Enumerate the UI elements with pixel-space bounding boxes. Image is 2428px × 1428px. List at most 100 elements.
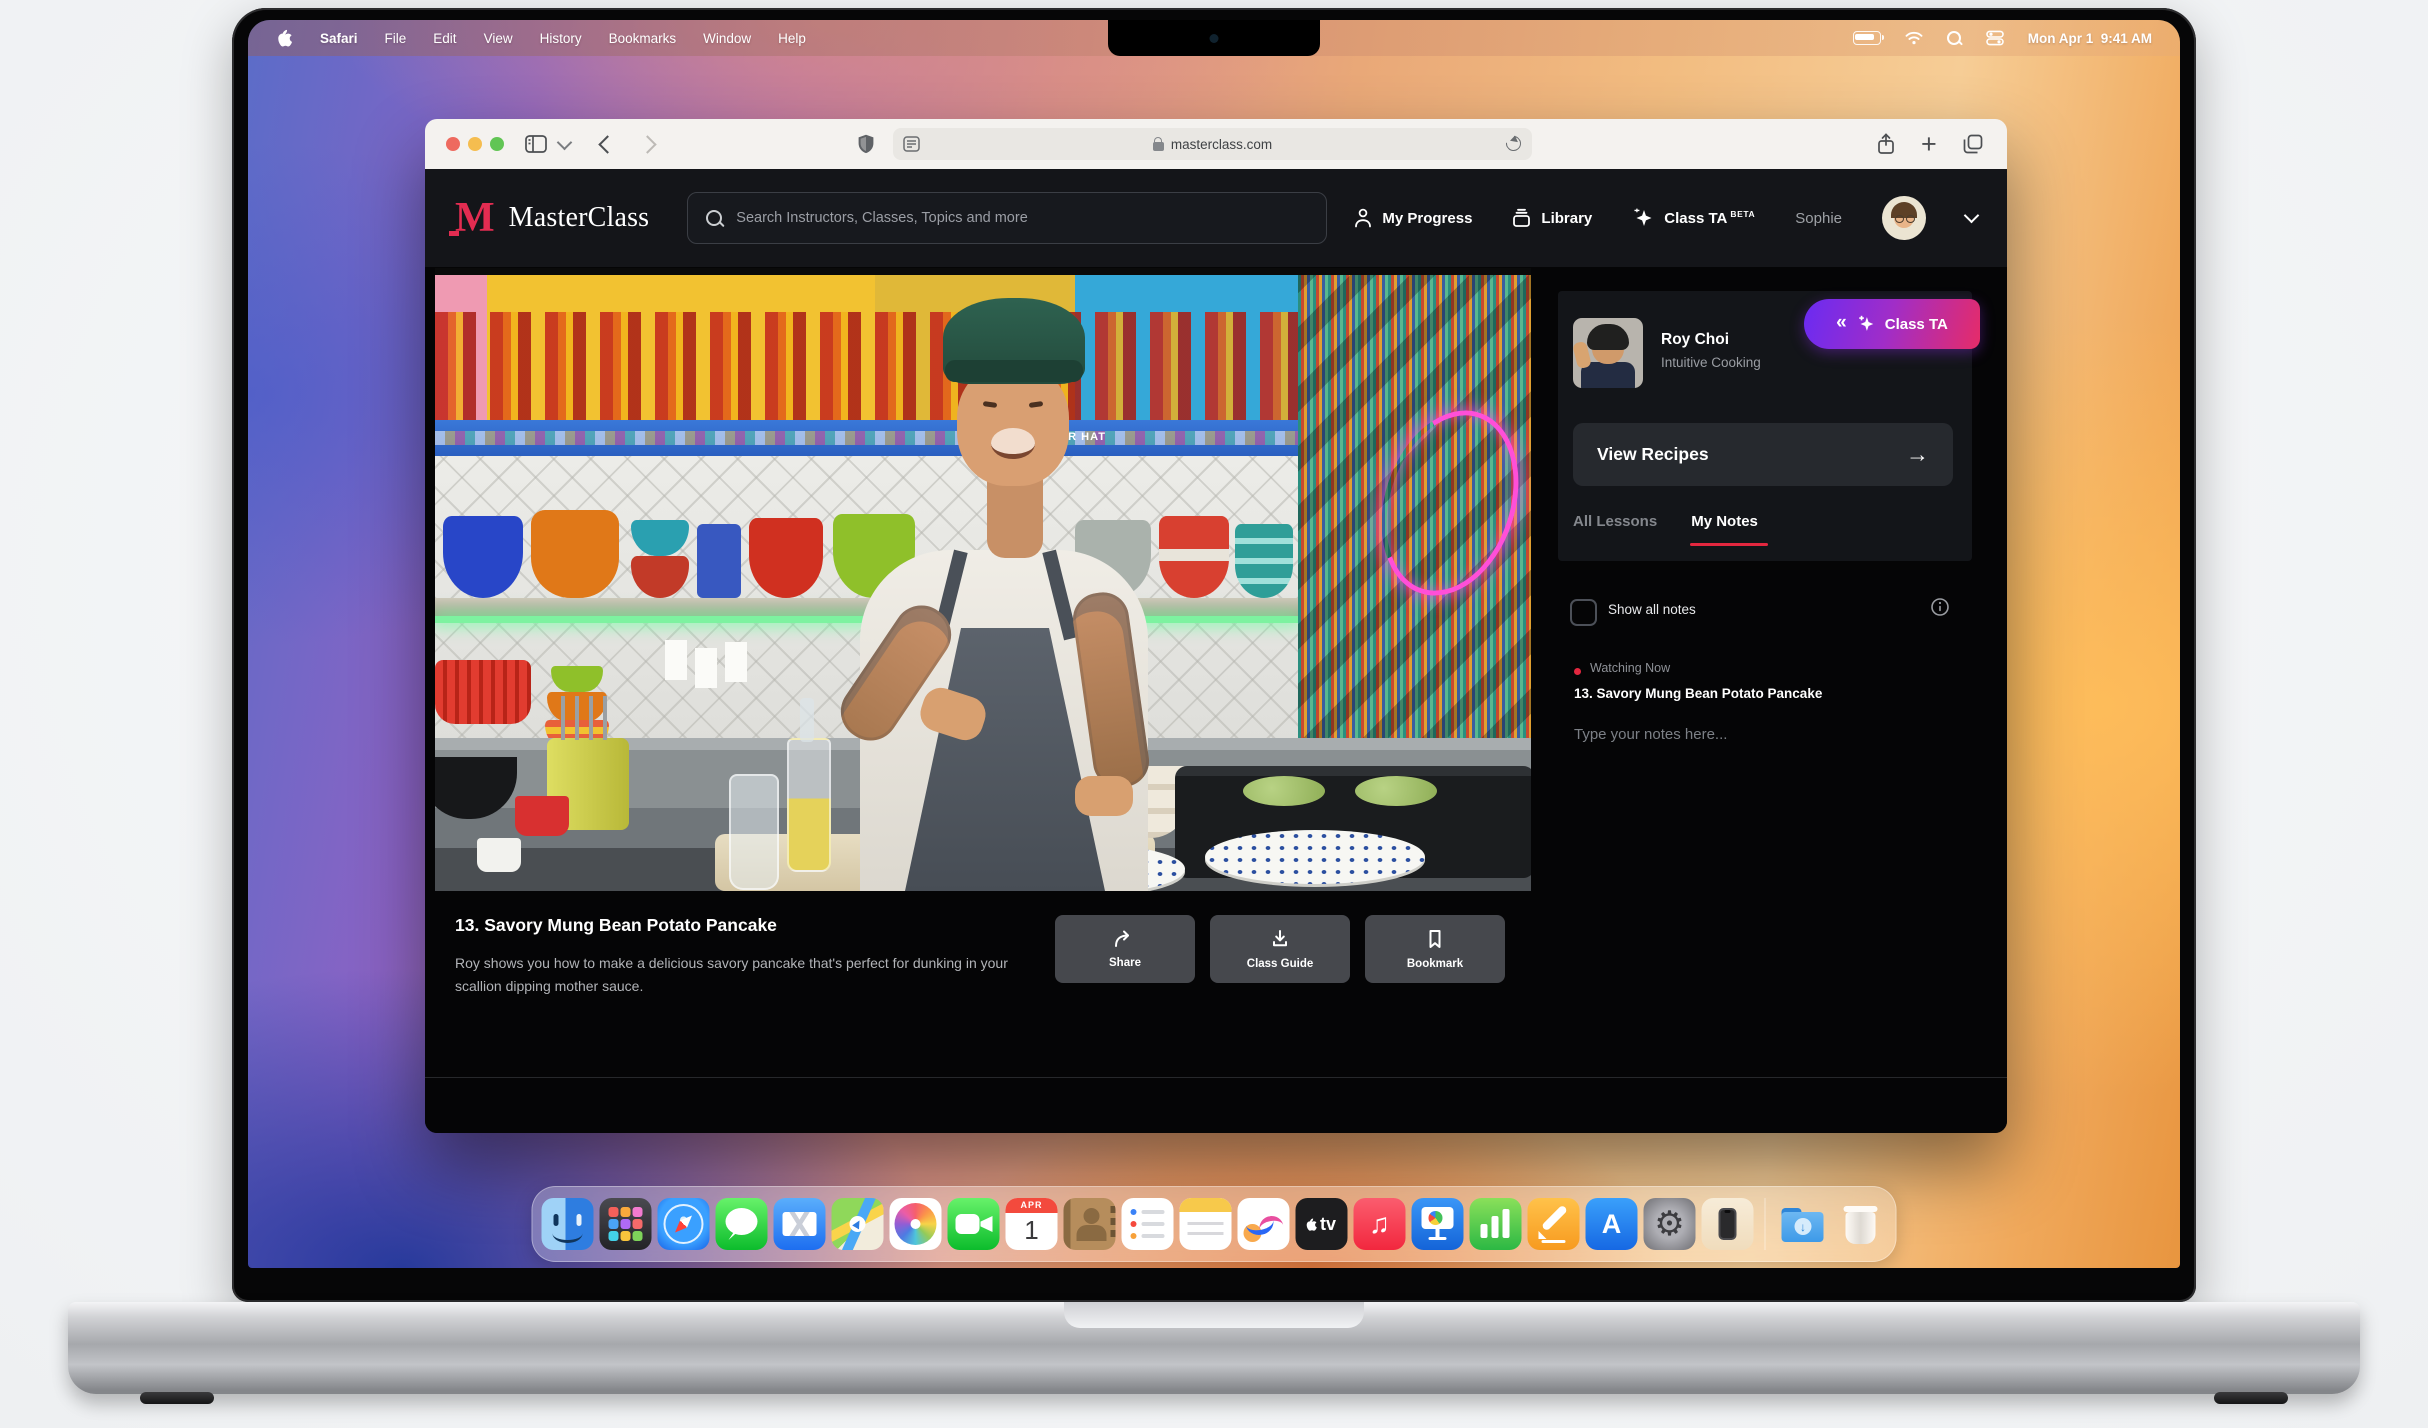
video-art-banner: PAPER HAT xyxy=(435,420,1298,456)
dock: APR 1 xyxy=(532,1186,1897,1262)
search-placeholder: Search Instructors, Classes, Topics and … xyxy=(736,210,1027,226)
dock-trash[interactable] xyxy=(1835,1198,1887,1250)
dock-numbers[interactable] xyxy=(1470,1198,1522,1250)
nav-my-progress[interactable]: My Progress xyxy=(1354,208,1472,228)
wifi-icon[interactable] xyxy=(1905,31,1923,45)
reload-icon[interactable] xyxy=(1503,133,1524,154)
spotlight-search-icon[interactable] xyxy=(1947,31,1962,46)
dock-notes[interactable] xyxy=(1180,1198,1232,1250)
video-player[interactable]: PAPER HAT xyxy=(435,268,1531,891)
dock-music[interactable]: ♫ xyxy=(1354,1198,1406,1250)
view-recipes-button[interactable]: View Recipes → xyxy=(1573,423,1953,486)
dock-calendar[interactable]: APR 1 xyxy=(1006,1198,1058,1250)
tab-overview-icon[interactable] xyxy=(1963,119,1983,169)
tab-all-lessons[interactable]: All Lessons xyxy=(1573,513,1657,530)
back-button[interactable] xyxy=(601,119,614,169)
camera-dot xyxy=(1210,34,1219,43)
control-center-icon[interactable] xyxy=(1986,30,2004,46)
dock-contacts[interactable] xyxy=(1064,1198,1116,1250)
video-art-oil-neck xyxy=(800,698,814,742)
share-icon[interactable] xyxy=(1877,119,1895,169)
search-icon xyxy=(706,210,722,226)
menu-item-history[interactable]: History xyxy=(540,31,582,46)
dock-maps[interactable] xyxy=(832,1198,884,1250)
video-art-notes xyxy=(665,640,687,680)
person-icon xyxy=(1354,208,1372,228)
info-icon[interactable] xyxy=(1930,597,1950,622)
active-tab-underline xyxy=(1690,543,1768,546)
macbook-foot xyxy=(2214,1392,2288,1404)
site-search-input[interactable]: Search Instructors, Classes, Topics and … xyxy=(687,192,1327,244)
dock-downloads[interactable]: ↓ xyxy=(1777,1198,1829,1250)
dock-messages[interactable] xyxy=(716,1198,768,1250)
user-name[interactable]: Sophie xyxy=(1795,210,1842,227)
masterclass-logo-icon[interactable]: M xyxy=(455,197,495,239)
close-window-button[interactable] xyxy=(446,137,460,151)
dock-finder[interactable] xyxy=(542,1198,594,1250)
reader-view-icon[interactable] xyxy=(903,136,920,155)
safari-window: masterclass.com + M xyxy=(425,119,2007,1133)
masterclass-wordmark[interactable]: MasterClass xyxy=(509,202,650,234)
bookmark-lesson-button[interactable]: Bookmark xyxy=(1365,915,1505,983)
class-guide-button[interactable]: Class Guide xyxy=(1210,915,1350,983)
dock-launchpad[interactable] xyxy=(600,1198,652,1250)
dock-freeform[interactable] xyxy=(1238,1198,1290,1250)
menu-item-help[interactable]: Help xyxy=(778,31,806,46)
video-art-chef-smile xyxy=(991,428,1035,459)
menu-item-file[interactable]: File xyxy=(385,31,407,46)
dock-keynote[interactable] xyxy=(1412,1198,1464,1250)
dock-mail[interactable] xyxy=(774,1198,826,1250)
notes-input[interactable]: Type your notes here... xyxy=(1574,726,1727,743)
dock-pages[interactable] xyxy=(1528,1198,1580,1250)
instructor-photo xyxy=(1573,318,1643,388)
tab-my-notes[interactable]: My Notes xyxy=(1691,513,1758,530)
sidebar-toggle-icon[interactable] xyxy=(525,119,547,169)
dock-safari[interactable] xyxy=(658,1198,710,1250)
new-tab-icon[interactable]: + xyxy=(1921,119,1937,169)
video-art-bowl xyxy=(1235,524,1293,598)
arrow-right-icon: → xyxy=(1906,441,1929,468)
zoom-window-button[interactable] xyxy=(490,137,504,151)
sparkle-icon xyxy=(1632,207,1654,229)
dock-iphone-mirroring[interactable] xyxy=(1702,1198,1754,1250)
battery-icon[interactable] xyxy=(1853,31,1881,45)
video-art-chef-hand xyxy=(1075,776,1133,816)
dock-photos[interactable] xyxy=(890,1198,942,1250)
privacy-shield-icon[interactable] xyxy=(857,119,875,169)
class-sidebar: Roy Choi Intuitive Cooking « Class TA Vi… xyxy=(1558,291,1972,1109)
dock-divider xyxy=(1765,1198,1766,1250)
show-all-notes-checkbox[interactable] xyxy=(1570,599,1597,626)
class-panel: Roy Choi Intuitive Cooking « Class TA Vi… xyxy=(1558,291,1972,561)
menu-clock[interactable]: Mon Apr 1 9:41 AM xyxy=(2028,31,2152,46)
menu-item-edit[interactable]: Edit xyxy=(433,31,456,46)
dock-settings[interactable]: ⚙ xyxy=(1644,1198,1696,1250)
video-art-ramekin xyxy=(477,838,521,872)
video-art-bottles xyxy=(435,312,1298,422)
menu-item-bookmarks[interactable]: Bookmarks xyxy=(609,31,677,46)
share-arrow-icon xyxy=(1114,930,1136,948)
nav-class-ta[interactable]: Class TABETA xyxy=(1632,207,1755,229)
share-lesson-button[interactable]: Share xyxy=(1055,915,1195,983)
video-art-basket xyxy=(435,660,531,724)
lock-icon xyxy=(1153,142,1164,151)
menu-item-view[interactable]: View xyxy=(484,31,513,46)
dock-tv[interactable]: tv xyxy=(1296,1198,1348,1250)
dock-reminders[interactable] xyxy=(1122,1198,1174,1250)
address-bar[interactable]: masterclass.com xyxy=(893,128,1532,160)
avatar[interactable] xyxy=(1882,196,1926,240)
apple-menu-icon[interactable] xyxy=(278,29,293,47)
nav-library[interactable]: Library xyxy=(1512,208,1592,228)
show-all-notes-label: Show all notes xyxy=(1608,602,1696,617)
sidebar-chevron-icon[interactable] xyxy=(559,119,570,169)
minimize-window-button[interactable] xyxy=(468,137,482,151)
account-chevron-down-icon[interactable] xyxy=(1964,207,1980,223)
dock-facetime[interactable] xyxy=(948,1198,1000,1250)
video-art-dotted-plate xyxy=(1205,830,1425,884)
menu-item-window[interactable]: Window xyxy=(703,31,751,46)
video-art-top-strip xyxy=(435,268,1531,275)
masterclass-header: M MasterClass Search Instructors, Classe… xyxy=(425,169,2007,267)
dock-appstore[interactable]: A xyxy=(1586,1198,1638,1250)
class-ta-button[interactable]: « Class TA xyxy=(1804,299,1980,349)
forward-button[interactable] xyxy=(641,119,654,169)
menu-item-safari[interactable]: Safari xyxy=(320,31,358,46)
